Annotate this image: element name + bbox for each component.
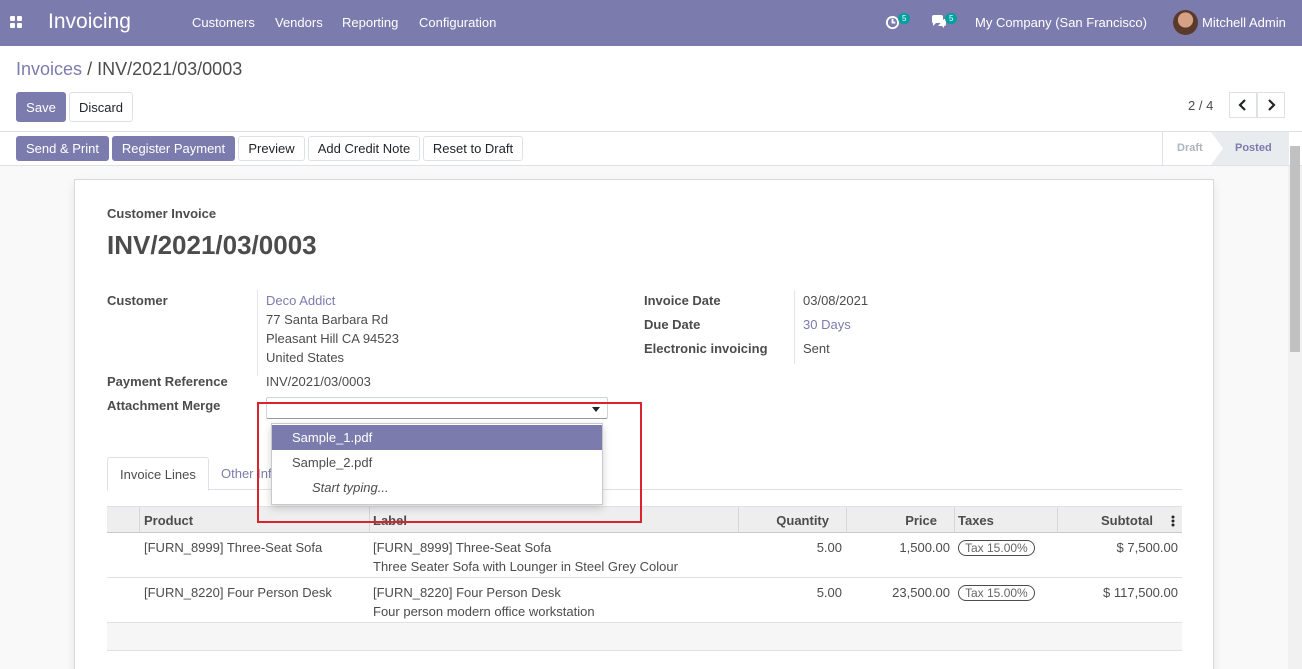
- preview-button[interactable]: Preview: [238, 136, 305, 161]
- status-steps: Draft Posted: [1162, 132, 1289, 165]
- customer-label: Customer: [107, 293, 168, 308]
- message-count-badge: 5: [945, 13, 958, 24]
- user-menu[interactable]: Mitchell Admin: [1202, 15, 1286, 30]
- control-panel: Invoices / INV/2021/03/0003 Save Discard…: [0, 46, 1302, 132]
- column-header-price[interactable]: Price: [905, 513, 937, 528]
- column-separator: [738, 507, 739, 533]
- optional-columns-kebab-icon[interactable]: [1171, 515, 1175, 527]
- tax-tag: Tax 15.00%: [958, 540, 1035, 556]
- caret-down-icon: [592, 407, 600, 412]
- customer-address-line: United States: [266, 350, 345, 365]
- row-price: 1,500.00: [899, 540, 950, 555]
- status-step-posted: Posted: [1235, 142, 1272, 154]
- menu-reporting[interactable]: Reporting: [342, 15, 398, 30]
- row-product: [FURN_8220] Four Person Desk: [144, 585, 332, 600]
- column-separator: [1057, 507, 1058, 533]
- breadcrumb: Invoices / INV/2021/03/0003: [16, 59, 242, 80]
- menu-customers[interactable]: Customers: [192, 15, 255, 30]
- status-bar: Send & Print Register Payment Preview Ad…: [0, 132, 1302, 166]
- customer-link[interactable]: Deco Addict: [266, 293, 335, 308]
- due-date-value[interactable]: 30 Days: [803, 317, 851, 332]
- payment-reference-label: Payment Reference: [107, 374, 228, 389]
- column-separator: [954, 507, 955, 533]
- chevron-left-icon: [1238, 99, 1246, 111]
- row-price: 23,500.00: [892, 585, 950, 600]
- customer-address-line: Pleasant Hill CA 94523: [266, 331, 399, 346]
- column-separator: [139, 507, 140, 533]
- column-header-quantity[interactable]: Quantity: [776, 513, 829, 528]
- row-description: Four person modern office workstation: [373, 604, 595, 619]
- tax-tag: Tax 15.00%: [958, 585, 1035, 601]
- attachment-merge-label: Attachment Merge: [107, 398, 221, 413]
- table-row[interactable]: [FURN_8999] Three-Seat Sofa [FURN_8999] …: [107, 533, 1182, 578]
- row-label: [FURN_8220] Four Person Desk: [373, 585, 561, 600]
- field-divider: [794, 290, 795, 364]
- user-avatar[interactable]: [1173, 10, 1198, 35]
- pager-next-button[interactable]: [1257, 92, 1285, 118]
- electronic-invoicing-value: Sent: [803, 341, 830, 356]
- breadcrumb-separator: /: [87, 59, 93, 79]
- send-print-button[interactable]: Send & Print: [16, 136, 109, 161]
- invoice-date-value[interactable]: 03/08/2021: [803, 293, 868, 308]
- row-subtotal: $ 7,500.00: [1116, 540, 1178, 555]
- scrollbar-thumb[interactable]: [1290, 146, 1300, 352]
- invoice-form-sheet: Customer Invoice INV/2021/03/0003 Custom…: [74, 179, 1214, 669]
- table-row[interactable]: [FURN_8220] Four Person Desk [FURN_8220]…: [107, 578, 1182, 623]
- tab-invoice-lines[interactable]: Invoice Lines: [107, 457, 209, 491]
- row-description: Three Seater Sofa with Lounger in Steel …: [373, 559, 678, 574]
- attachment-merge-select[interactable]: [266, 397, 608, 419]
- breadcrumb-current: INV/2021/03/0003: [97, 59, 243, 79]
- column-separator: [846, 507, 847, 533]
- dropdown-search-hint: Start typing...: [312, 480, 389, 495]
- add-credit-note-button[interactable]: Add Credit Note: [308, 136, 420, 161]
- column-header-label[interactable]: Label: [373, 513, 407, 528]
- discard-button[interactable]: Discard: [69, 92, 133, 122]
- due-date-label: Due Date: [644, 317, 701, 332]
- column-header-product[interactable]: Product: [144, 513, 193, 528]
- row-product: [FURN_8999] Three-Seat Sofa: [144, 540, 323, 555]
- row-subtotal: $ 117,500.00: [1103, 585, 1178, 600]
- menu-vendors[interactable]: Vendors: [275, 15, 323, 30]
- pager-value[interactable]: 2 / 4: [1188, 98, 1213, 113]
- payment-reference-value[interactable]: INV/2021/03/0003: [266, 374, 371, 389]
- document-type: Customer Invoice: [107, 206, 217, 221]
- menu-configuration[interactable]: Configuration: [419, 15, 496, 30]
- breadcrumb-invoices-link[interactable]: Invoices: [16, 59, 82, 79]
- save-button[interactable]: Save: [16, 92, 66, 122]
- table-header: Product Label Quantity Price Taxes Subto…: [107, 506, 1182, 533]
- register-payment-button[interactable]: Register Payment: [112, 136, 235, 161]
- invoice-number-title: INV/2021/03/0003: [107, 230, 317, 260]
- column-separator: [369, 507, 370, 533]
- dropdown-option-sample-1[interactable]: Sample_1.pdf: [272, 425, 602, 450]
- activity-count-badge: 5: [898, 13, 911, 24]
- row-label: [FURN_8999] Three-Seat Sofa: [373, 540, 552, 555]
- customer-address-line: 77 Santa Barbara Rd: [266, 312, 389, 327]
- app-menu-icon[interactable]: [10, 16, 22, 28]
- column-header-taxes[interactable]: Taxes: [958, 513, 994, 528]
- status-step-draft: Draft: [1177, 142, 1203, 154]
- pager-previous-button[interactable]: [1229, 92, 1257, 118]
- table-empty-row[interactable]: [107, 623, 1182, 651]
- company-switcher[interactable]: My Company (San Francisco): [975, 15, 1147, 30]
- row-quantity: 5.00: [816, 585, 842, 600]
- attachment-merge-dropdown: Sample_1.pdf Sample_2.pdf Start typing..…: [271, 423, 603, 505]
- column-header-subtotal[interactable]: Subtotal: [1101, 513, 1153, 528]
- dropdown-option-sample-2[interactable]: Sample_2.pdf: [272, 450, 602, 475]
- reset-to-draft-button[interactable]: Reset to Draft: [423, 136, 523, 161]
- app-brand[interactable]: Invoicing: [48, 10, 131, 34]
- top-navbar: Invoicing Customers Vendors Reporting Co…: [0, 0, 1302, 46]
- form-tabs: Invoice Lines Other Inf: [107, 457, 1182, 491]
- invoice-date-label: Invoice Date: [644, 293, 721, 308]
- field-divider: [257, 290, 258, 376]
- row-quantity: 5.00: [816, 540, 842, 555]
- electronic-invoicing-label: Electronic invoicing: [644, 341, 768, 356]
- chevron-right-icon: [1268, 99, 1276, 111]
